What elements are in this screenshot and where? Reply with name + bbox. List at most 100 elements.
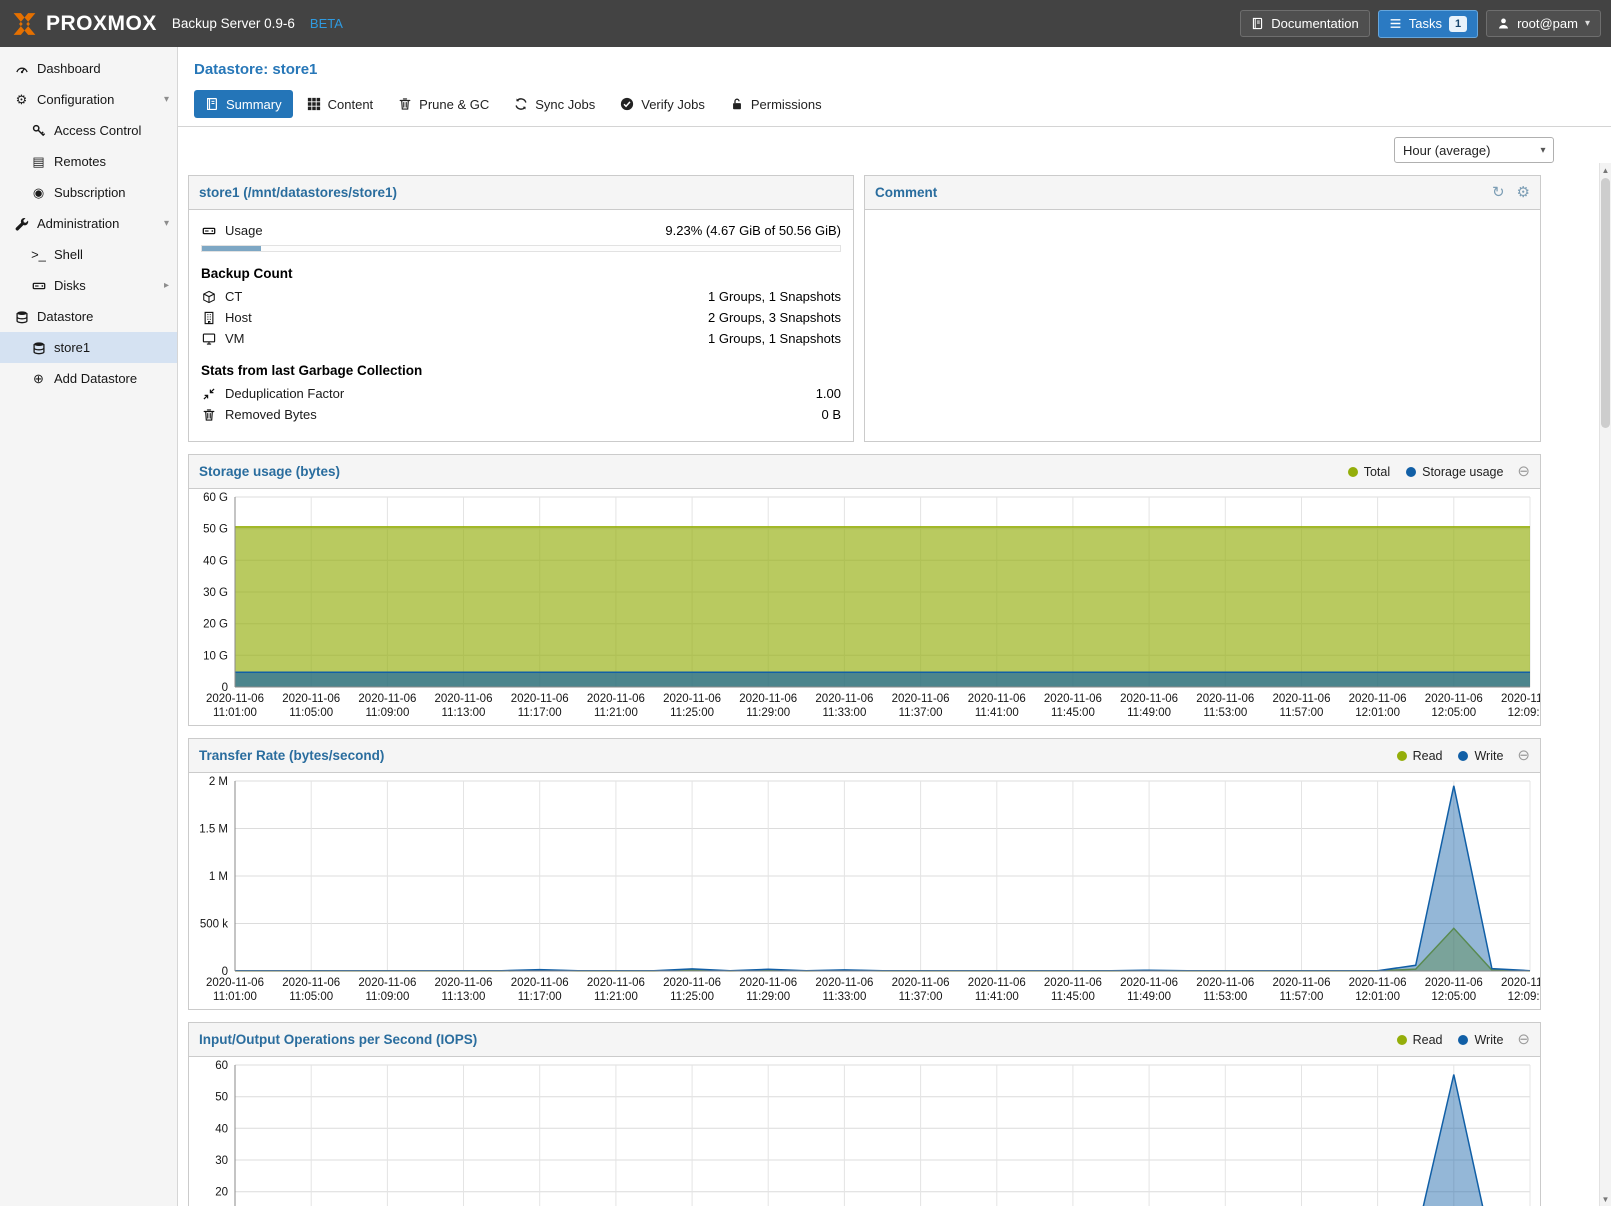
panel-title: store1 (/mnt/datastores/store1) — [199, 185, 397, 200]
svg-text:11:05:00: 11:05:00 — [289, 707, 333, 719]
page-title: Datastore: store1 — [194, 61, 1595, 78]
svg-text:11:29:00: 11:29:00 — [746, 991, 790, 1003]
task-list-icon — [1389, 17, 1402, 30]
legend-total: Total — [1348, 465, 1390, 479]
svg-text:11:37:00: 11:37:00 — [899, 707, 943, 719]
iops-chart: 01020304050602020-11-0611:01:002020-11-0… — [189, 1057, 1540, 1206]
scroll-down-arrow[interactable]: ▼ — [1600, 1192, 1611, 1206]
timeframe-select[interactable]: Hour (average) ▾ — [1394, 137, 1554, 163]
sidebar-item-access-control[interactable]: Access Control — [0, 115, 177, 146]
svg-text:11:05:00: 11:05:00 — [289, 991, 333, 1003]
vertical-scrollbar[interactable]: ▲ ▼ — [1599, 163, 1611, 1206]
chevron-right-icon[interactable]: ▸ — [164, 280, 169, 291]
svg-text:50: 50 — [215, 1092, 228, 1104]
svg-text:2020-11-06: 2020-11-06 — [282, 693, 340, 705]
svg-text:2020-11-06: 2020-11-06 — [511, 977, 569, 989]
legend-write: Write — [1458, 749, 1503, 763]
gc-stats-heading: Stats from last Garbage Collection — [201, 363, 841, 378]
summary-toolbar: Hour (average) ▾ — [178, 127, 1611, 173]
ct-count-row: CT 1 Groups, 1 Snapshots — [201, 286, 841, 307]
svg-text:500 k: 500 k — [200, 919, 228, 931]
panels-area: store1 (/mnt/datastores/store1) Usage 9.… — [178, 173, 1611, 1206]
svg-text:2020-11-06: 2020-11-06 — [968, 977, 1026, 989]
sync-icon — [514, 97, 528, 111]
backup-count-heading: Backup Count — [201, 266, 841, 281]
tab-summary[interactable]: Summary — [194, 90, 293, 118]
chevron-down-icon[interactable]: ▾ — [164, 94, 169, 105]
svg-text:2020-11-06: 2020-11-06 — [1196, 977, 1254, 989]
disk-drive-icon — [201, 224, 217, 238]
tab-verify-jobs[interactable]: Verify Jobs — [609, 90, 716, 118]
collapse-icon[interactable]: ⊖ — [1517, 748, 1530, 763]
svg-text:10 G: 10 G — [203, 650, 228, 662]
svg-text:11:53:00: 11:53:00 — [1203, 991, 1247, 1003]
sidebar-item-remotes[interactable]: ▤Remotes — [0, 146, 177, 177]
chevron-down-icon[interactable]: ▾ — [164, 218, 169, 229]
main-content: Datastore: store1 Summary Content Prune … — [178, 47, 1611, 1206]
sidebar-item-disks[interactable]: Disks▸ — [0, 270, 177, 301]
svg-text:11:13:00: 11:13:00 — [442, 707, 486, 719]
svg-text:11:41:00: 11:41:00 — [975, 707, 1019, 719]
svg-text:2020-11-06: 2020-11-06 — [968, 693, 1026, 705]
svg-text:11:41:00: 11:41:00 — [975, 991, 1019, 1003]
sidebar-item-dashboard[interactable]: Dashboard — [0, 53, 177, 84]
tasks-button[interactable]: Tasks 1 — [1378, 10, 1478, 38]
refresh-icon[interactable]: ↻ — [1492, 185, 1505, 200]
svg-text:11:45:00: 11:45:00 — [1051, 991, 1095, 1003]
sidebar-item-shell[interactable]: >_Shell — [0, 239, 177, 270]
svg-text:2020-11-06: 2020-11-06 — [358, 693, 416, 705]
panel-title: Comment — [875, 185, 937, 200]
collapse-icon[interactable]: ⊖ — [1517, 464, 1530, 479]
beta-link[interactable]: BETA — [310, 16, 343, 31]
svg-text:11:53:00: 11:53:00 — [1203, 707, 1247, 719]
container-icon — [201, 290, 217, 304]
compress-icon — [201, 387, 217, 401]
chevron-down-icon: ▾ — [1585, 18, 1590, 29]
host-icon — [201, 311, 217, 325]
check-circle-icon — [620, 97, 634, 111]
grid-icon — [307, 97, 321, 111]
usage-row: Usage 9.23% (4.67 GiB of 50.56 GiB) — [201, 220, 841, 241]
key-icon — [29, 124, 48, 138]
svg-text:1 M: 1 M — [209, 871, 228, 883]
svg-text:2020-11-06: 2020-11-06 — [892, 693, 950, 705]
sidebar-item-add-datastore[interactable]: ⊕Add Datastore — [0, 363, 177, 394]
svg-text:11:33:00: 11:33:00 — [822, 707, 866, 719]
sidebar-item-administration[interactable]: Administration▾ — [0, 208, 177, 239]
ribbon-icon: ◉ — [29, 186, 48, 199]
svg-text:40 G: 40 G — [203, 555, 228, 567]
gear-icon[interactable]: ⚙ — [1517, 185, 1530, 200]
sidebar-item-subscription[interactable]: ◉Subscription — [0, 177, 177, 208]
svg-text:2020-11-06: 2020-11-06 — [1044, 977, 1102, 989]
svg-text:11:01:00: 11:01:00 — [213, 991, 257, 1003]
svg-text:2020-11-06: 2020-11-06 — [1273, 977, 1331, 989]
svg-text:2020-11-06: 2020-11-06 — [739, 977, 797, 989]
user-menu-button[interactable]: root@pam ▾ — [1486, 10, 1601, 37]
svg-text:1.5 M: 1.5 M — [199, 824, 228, 836]
chevron-down-icon[interactable]: ▾ — [1533, 138, 1553, 162]
svg-text:11:49:00: 11:49:00 — [1127, 707, 1171, 719]
scroll-up-arrow[interactable]: ▲ — [1600, 163, 1611, 177]
collapse-icon[interactable]: ⊖ — [1517, 1032, 1530, 1047]
tab-sync-jobs[interactable]: Sync Jobs — [503, 90, 606, 118]
scrollbar-thumb[interactable] — [1601, 178, 1610, 428]
tab-permissions[interactable]: Permissions — [719, 90, 833, 118]
database-icon — [12, 310, 31, 324]
tab-prune-gc[interactable]: Prune & GC — [387, 90, 500, 118]
documentation-button[interactable]: Documentation — [1240, 10, 1369, 37]
chart-title: Storage usage (bytes) — [199, 464, 340, 479]
sidebar-item-configuration[interactable]: ⚙Configuration▾ — [0, 84, 177, 115]
vm-count-row: VM 1 Groups, 1 Snapshots — [201, 328, 841, 349]
wrench-icon — [12, 217, 31, 231]
tab-content[interactable]: Content — [296, 90, 385, 118]
terminal-icon: >_ — [29, 248, 48, 261]
sidebar-item-datastore[interactable]: Datastore — [0, 301, 177, 332]
svg-text:2020-11-06: 2020-11-06 — [587, 693, 645, 705]
svg-text:11:25:00: 11:25:00 — [670, 707, 714, 719]
svg-text:11:13:00: 11:13:00 — [442, 991, 486, 1003]
svg-text:12:05:00: 12:05:00 — [1431, 991, 1476, 1003]
sidebar-item-store1[interactable]: store1 — [0, 332, 177, 363]
comment-content[interactable] — [865, 210, 1540, 441]
svg-text:11:17:00: 11:17:00 — [518, 991, 562, 1003]
svg-text:12:09:00: 12:09:00 — [1508, 991, 1540, 1003]
